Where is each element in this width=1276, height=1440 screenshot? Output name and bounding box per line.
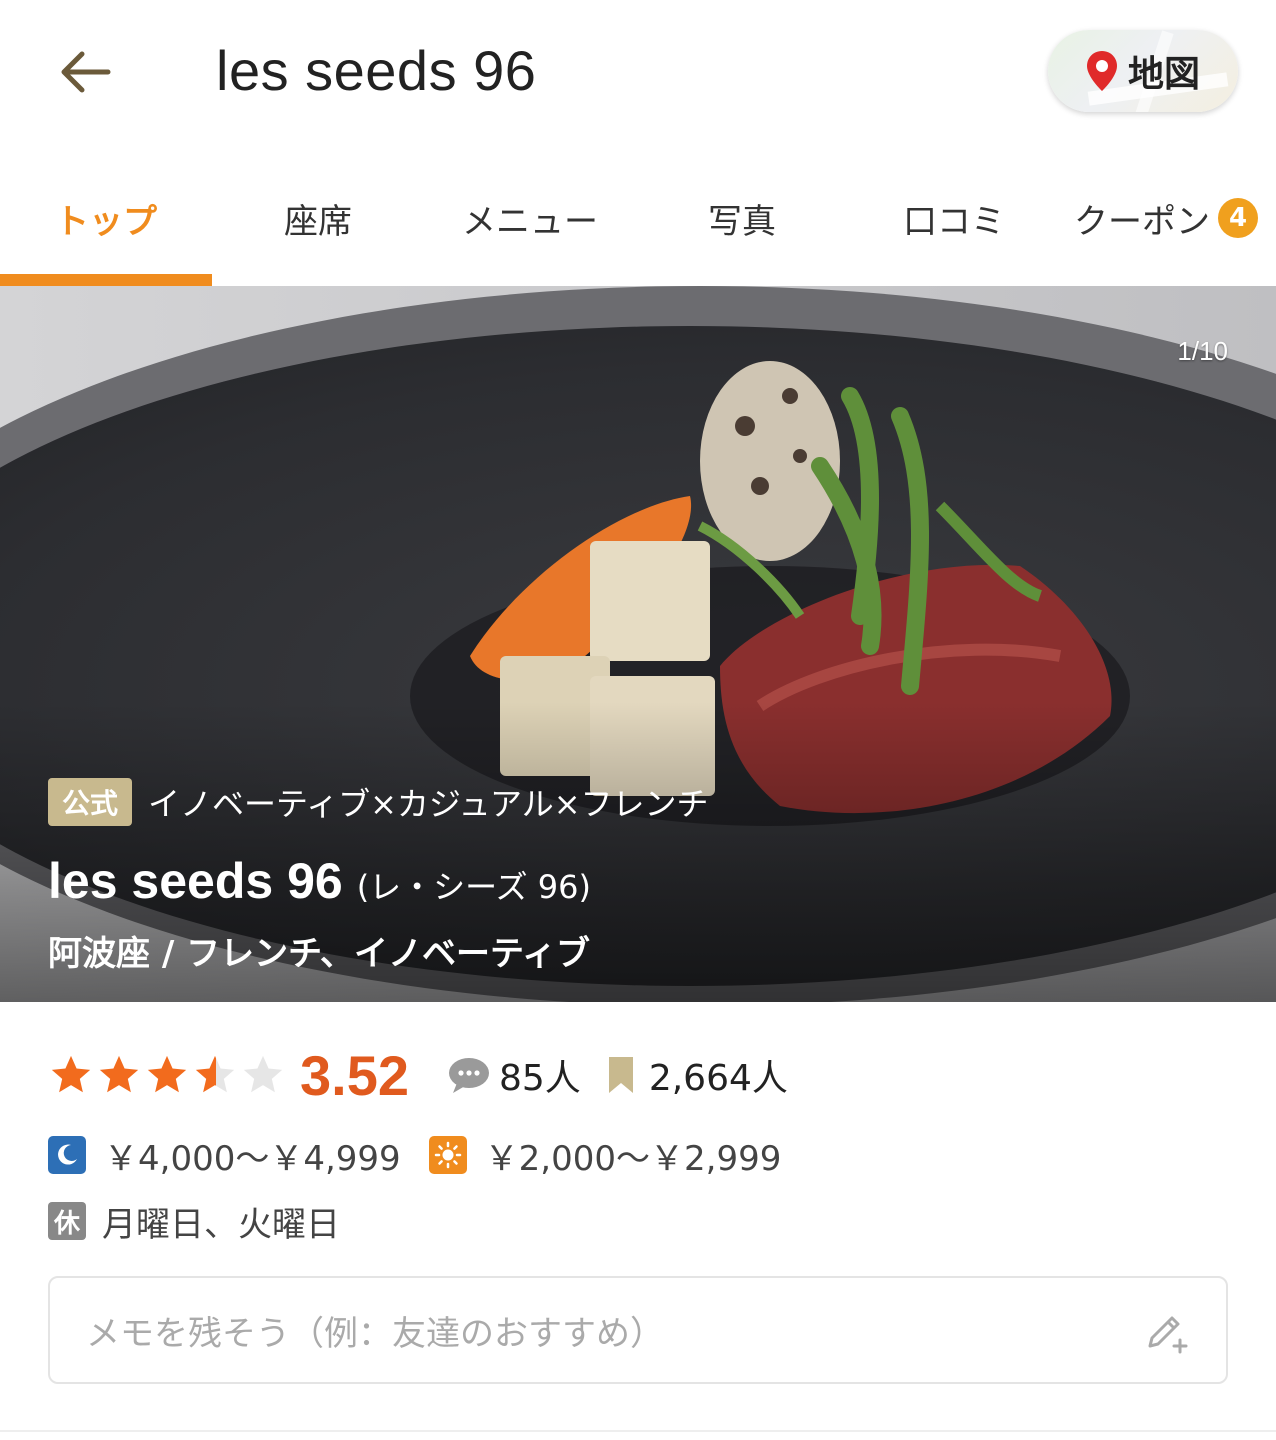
lunch-price: ￥2,000～￥2,999 (484, 1138, 782, 1179)
tab-top[interactable]: トップ (0, 150, 212, 286)
tab-label: 口コミ (903, 201, 1005, 242)
map-button-label: 地図 (1128, 54, 1201, 95)
restaurant-name-text: les seeds 96 (48, 853, 343, 909)
review-count[interactable]: 85人 (447, 1049, 581, 1101)
comment-icon (449, 1058, 489, 1093)
dinner-price: ￥4,000～￥4,999 (104, 1138, 401, 1179)
arrow-left-icon (61, 51, 111, 93)
rating-stars (48, 1052, 286, 1098)
tab-label: 写真 (708, 201, 776, 242)
tab-coupons[interactable]: クーポン 4 (1060, 150, 1272, 286)
page-title: les seeds 96 (216, 39, 537, 102)
restaurant-name-kana: (レ・シーズ 96) (356, 868, 591, 906)
star-empty-icon (243, 1055, 283, 1093)
area-genre: 阿波座 / フレンチ、イノベーティブ (48, 934, 591, 974)
price-row: ￥4,000～￥4,999 ￥2,000～￥2,999 (48, 1130, 781, 1180)
map-button[interactable]: 地図 (1048, 30, 1238, 112)
tab-label: メニュー (462, 201, 598, 242)
divider (0, 1430, 1276, 1432)
tab-label: 座席 (284, 201, 352, 242)
official-row: 公式 イノベーティブ×カジュアル×フレンチ (48, 778, 709, 826)
photo-counter: 1/10 (1177, 336, 1228, 366)
map-pin-icon (1087, 51, 1117, 91)
holiday-row: 休 月曜日、火曜日 (48, 1196, 340, 1246)
hero-photo-carousel[interactable]: 1/10 公式 イノベーティブ×カジュアル×フレンチ les seeds 96 … (0, 286, 1276, 1002)
sun-icon (428, 1136, 467, 1174)
save-count[interactable]: 2,664人 (607, 1049, 788, 1101)
review-count-value: 85人 (499, 1058, 581, 1099)
coupon-count-badge: 4 (1218, 198, 1258, 238)
memo-input[interactable]: メモを残そう（例：友達のおすすめ） (48, 1276, 1228, 1384)
tab-reviews[interactable]: 口コミ (848, 150, 1060, 286)
tab-seats[interactable]: 座席 (212, 150, 424, 286)
memo-placeholder: メモを残そう（例：友達のおすすめ） (86, 1313, 664, 1354)
tab-bar: トップ 座席 メニュー 写真 口コミ クーポン 4 (0, 150, 1276, 286)
holiday-days: 月曜日、火曜日 (102, 1204, 340, 1245)
bookmark-icon (608, 1057, 633, 1093)
tab-photos[interactable]: 写真 (636, 150, 848, 286)
tab-label: トップ (55, 201, 157, 242)
rating-score: 3.52 (300, 1043, 409, 1107)
star-icon (99, 1055, 139, 1093)
official-badge: 公式 (48, 778, 133, 826)
restaurant-catchcopy: イノベーティブ×カジュアル×フレンチ (148, 785, 709, 823)
tab-label: クーポン (1074, 201, 1210, 242)
holiday-icon: 休 (48, 1202, 86, 1240)
star-icon (147, 1055, 187, 1093)
star-half-icon (195, 1055, 235, 1093)
star-icon (51, 1055, 91, 1093)
tab-menu[interactable]: メニュー (424, 150, 636, 286)
edit-pencil-icon[interactable] (1142, 1308, 1190, 1356)
restaurant-name: les seeds 96 (レ・シーズ 96) (48, 852, 591, 910)
app-header: les seeds 96 地図 (0, 0, 1276, 150)
rating-row: 3.52 85人 2,664人 (48, 1040, 788, 1110)
moon-icon (48, 1136, 86, 1174)
back-button[interactable] (52, 40, 116, 104)
save-count-value: 2,664人 (648, 1058, 788, 1099)
